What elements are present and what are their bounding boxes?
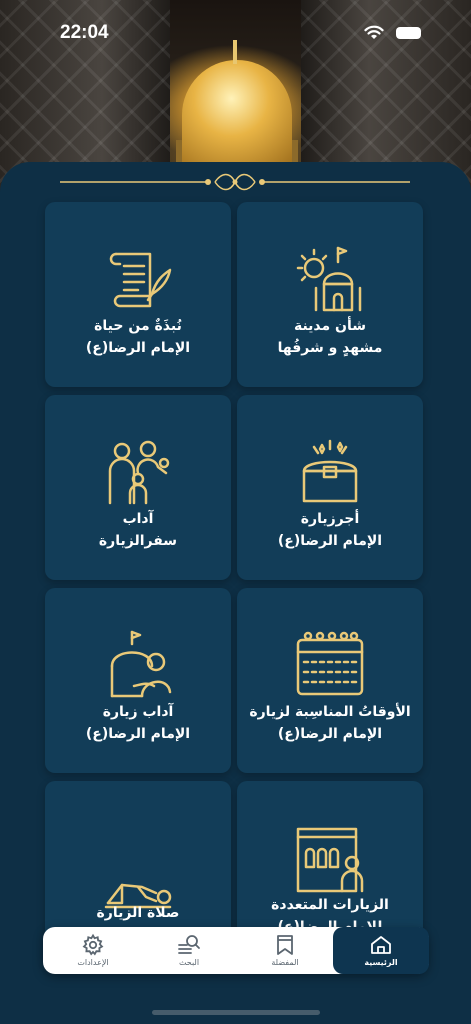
card-imam-biography[interactable]: نُبذَةٌ من حياة الإمام الرضا(ع) bbox=[45, 202, 231, 387]
card-title-line1: صلاة الزيارة bbox=[96, 905, 180, 921]
card-title-line1: أجرزيارة bbox=[300, 511, 360, 527]
scroll-quill-icon bbox=[109, 252, 172, 308]
tab-label: الإعدادات bbox=[77, 958, 109, 967]
family-travel-icon bbox=[108, 440, 170, 505]
search-icon bbox=[178, 935, 200, 954]
card-title-line2: الإمام الرضا(ع) bbox=[277, 533, 383, 549]
status-bar: 22:04 bbox=[0, 0, 471, 64]
card-title-line1: شأن مدينة bbox=[293, 318, 367, 334]
shrine-hug-icon bbox=[110, 630, 172, 698]
card-title-line2: سفرالزيارة bbox=[98, 533, 178, 549]
gear-icon bbox=[82, 933, 104, 956]
card-title-line1: نُبذَةٌ من حياة bbox=[94, 318, 182, 334]
tab-label: البحث bbox=[178, 958, 200, 967]
card-title-line1: آداب زيارة bbox=[102, 704, 174, 720]
card-title-line1: آداب bbox=[122, 511, 154, 527]
card-best-times[interactable]: الأوقاتُ المناسِبة لزيارة الإمام الرضا(ع… bbox=[237, 588, 423, 773]
shrine-building-icon bbox=[296, 827, 364, 893]
card-visit-etiquette[interactable]: آداب زيارة الإمام الرضا(ع) bbox=[45, 588, 231, 773]
ornament-divider bbox=[60, 173, 410, 191]
home-indicator bbox=[152, 1010, 320, 1015]
status-time: 22:04 bbox=[60, 22, 109, 43]
home-icon bbox=[371, 936, 391, 954]
tab-label: المفضلة bbox=[271, 958, 299, 967]
card-title-line2: الإمام الرضا(ع) bbox=[85, 726, 191, 742]
tab-settings[interactable]: الإعدادات bbox=[45, 927, 141, 974]
tab-label: الرئيسية bbox=[364, 958, 398, 967]
tab-home[interactable]: الرئيسية bbox=[333, 927, 429, 974]
card-title-line2: الإمام الرضا(ع) bbox=[277, 726, 383, 742]
wifi-icon bbox=[364, 25, 384, 39]
card-mashhad-city[interactable]: شأن مدينة مشهدٍ و شرفُها bbox=[237, 202, 423, 387]
bookmark-icon bbox=[277, 935, 293, 955]
bottom-tab-bar: الرئيسية المفضلة البحث الإعدادات bbox=[43, 927, 429, 974]
card-title-line1: الأوقاتُ المناسِبة لزيارة bbox=[249, 704, 411, 720]
battery-icon bbox=[396, 27, 421, 39]
tab-favorites[interactable]: المفضلة bbox=[237, 927, 333, 974]
treasure-chest-icon bbox=[302, 439, 358, 503]
card-travel-etiquette[interactable]: آداب سفرالزيارة bbox=[45, 395, 231, 580]
city-dome-sun-icon bbox=[296, 246, 362, 312]
golden-dome bbox=[182, 60, 292, 170]
card-pilgrimage-reward[interactable]: أجرزيارة الإمام الرضا(ع) bbox=[237, 395, 423, 580]
tab-search[interactable]: البحث bbox=[141, 927, 237, 974]
card-title-line2: مشهدٍ و شرفُها bbox=[277, 340, 383, 356]
card-title-line2: الإمام الرضا(ع) bbox=[85, 340, 191, 356]
calendar-icon bbox=[296, 631, 364, 696]
card-title-line1: الزيارات المتعددة bbox=[271, 897, 389, 913]
